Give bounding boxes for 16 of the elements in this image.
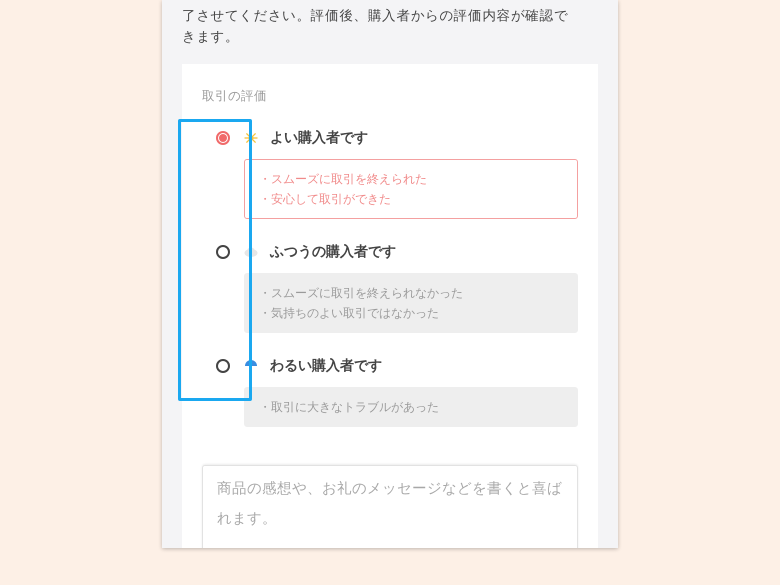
reason-text: ・スムーズに取引を終えられた (259, 171, 428, 188)
reason-text: ・スムーズに取引を終えられなかった (259, 285, 464, 302)
section-title: 取引の評価 (202, 88, 268, 105)
intro-text: 了させてください。評価後、購入者からの評価内容が確認できます。 (182, 7, 570, 47)
reason-text: ・安心して取引ができた (259, 191, 392, 208)
option-label: よい購入者です (270, 129, 369, 147)
sun-icon (244, 131, 258, 145)
radio-button[interactable] (216, 131, 230, 145)
comment-field[interactable]: 商品の感想や、お礼のメッセージなどを書くと喜ばれます。 (202, 465, 578, 548)
reason-text: ・取引に大きなトラブルがあった (259, 399, 440, 416)
reason-text: ・気持ちのよい取引ではなかった (259, 305, 440, 322)
option-label: わるい購入者です (270, 357, 383, 375)
radio-button[interactable] (216, 245, 230, 259)
radio-button[interactable] (216, 359, 230, 373)
option-label: ふつうの購入者です (270, 243, 397, 261)
cloud-icon (244, 247, 258, 257)
